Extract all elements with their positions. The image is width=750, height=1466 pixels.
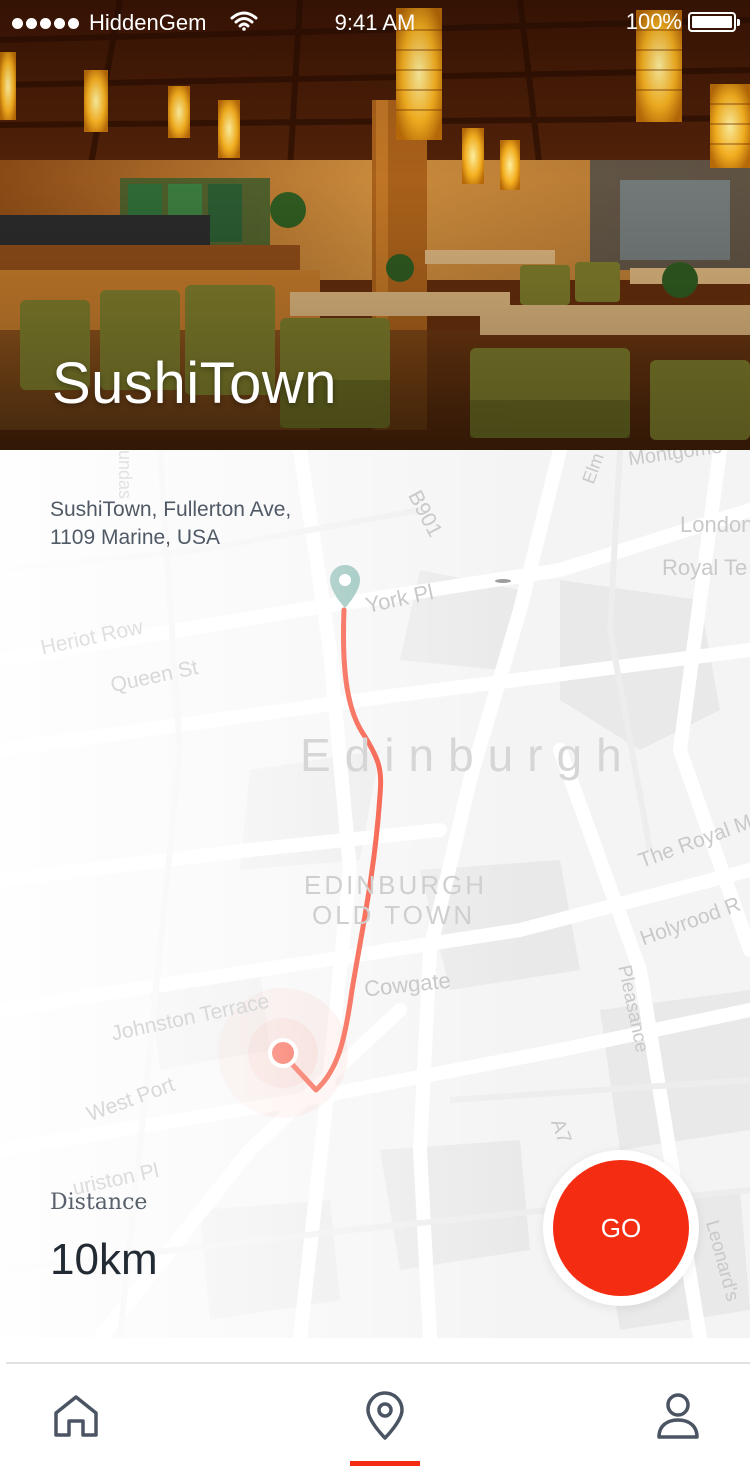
active-tab-indicator — [350, 1461, 420, 1466]
map-label-city: Edinburgh — [300, 729, 636, 781]
tab-map[interactable] — [355, 1386, 415, 1446]
map-label-london: London — [680, 512, 750, 537]
address-line-1: SushiTown, Fullerton Ave, — [50, 498, 292, 521]
map-label-lothian: undas — [115, 450, 136, 500]
tab-profile[interactable] — [648, 1386, 708, 1446]
map-label-district-2: OLD TOWN — [312, 900, 476, 930]
distance-label: Distance — [50, 1190, 148, 1215]
origin-marker — [268, 1038, 298, 1068]
address-line-2: 1109 Marine, USA — [50, 526, 221, 549]
home-icon — [54, 1395, 98, 1437]
restaurant-address: SushiTown, Fullerton Ave, 1109 Marine, U… — [50, 496, 291, 552]
status-right: 100% — [625, 9, 740, 35]
user-icon — [657, 1393, 699, 1439]
map-label-district-1: EDINBURGH — [304, 870, 488, 900]
status-bar: HiddenGem 9:41 AM 100% — [0, 0, 750, 44]
battery-icon — [688, 12, 740, 32]
distance-value: 10km — [50, 1235, 158, 1284]
location-pin-icon — [366, 1391, 404, 1440]
tab-bar — [0, 1338, 750, 1466]
hero-banner: SushiTown — [0, 0, 750, 450]
restaurant-title: SushiTown — [52, 351, 337, 416]
tab-home[interactable] — [46, 1386, 106, 1446]
go-button[interactable]: GO — [553, 1160, 689, 1296]
battery-percent: 100% — [625, 9, 682, 34]
map-label-royal-te: Royal Te — [662, 555, 748, 580]
tab-bar-divider — [6, 1362, 750, 1364]
